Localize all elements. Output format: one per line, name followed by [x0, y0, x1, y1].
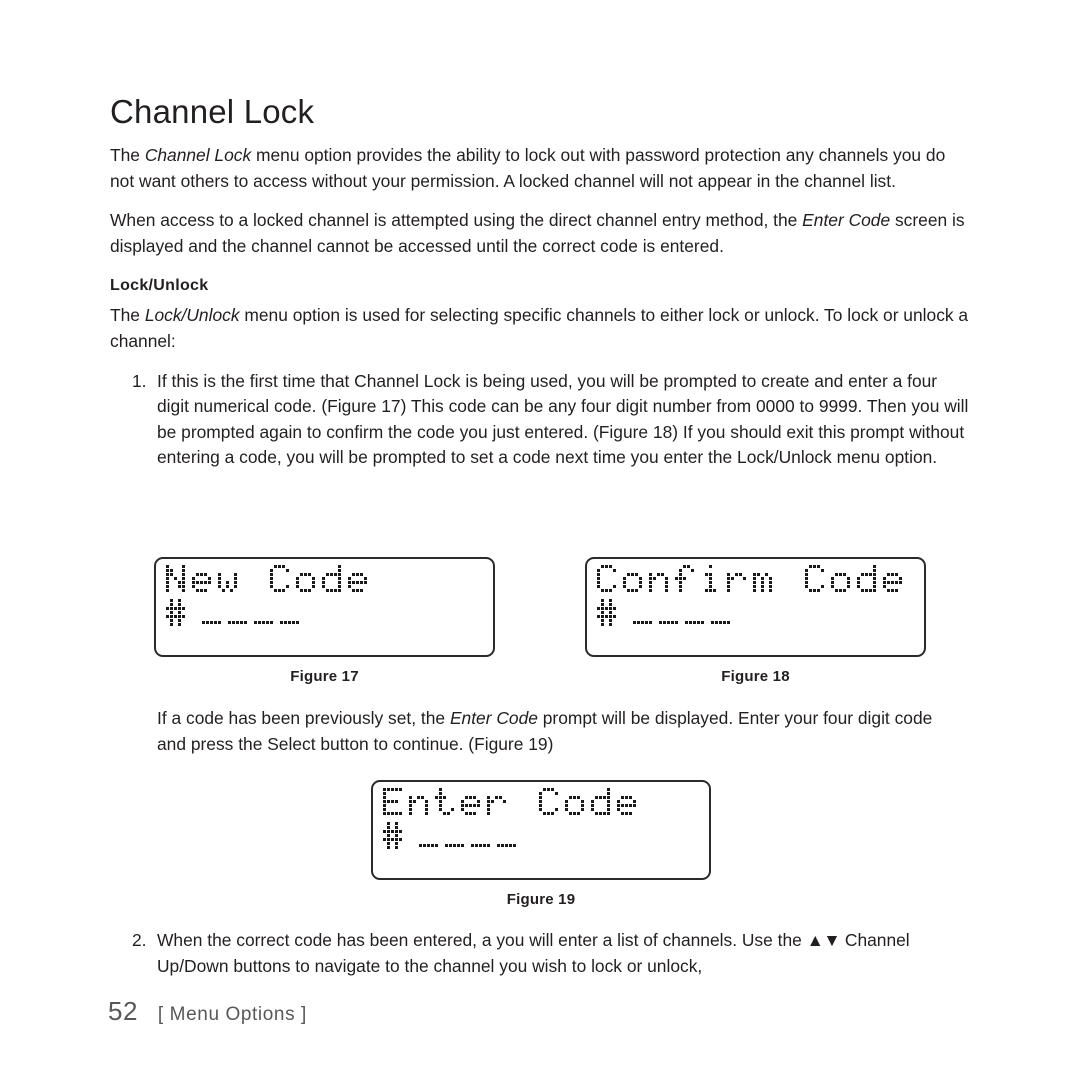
figure-19-lcd-screen	[371, 780, 711, 880]
mid-para-before: If a code has been previously set, the	[157, 708, 450, 728]
step-1-text: If this is the first time that Channel L…	[157, 370, 969, 468]
intro-p2-italic: Enter Code	[802, 210, 891, 231]
figure-18-lcd-screen	[585, 557, 926, 657]
figure-18-caption: Figure 18	[721, 668, 790, 685]
step-1-number: 1.	[132, 370, 147, 391]
lock-unlock-after: menu option is used for selecting specif…	[110, 305, 969, 351]
list-item-step-2: 2. When the correct code has been entere…	[132, 928, 972, 979]
figure-17-caption: Figure 17	[290, 668, 359, 685]
figure-17-lcd-screen	[154, 557, 495, 657]
figure-17-prompt-symbol	[166, 599, 192, 627]
enter-code-paragraph: If a code has been previously set, the E…	[157, 706, 957, 757]
lock-unlock-paragraph: The Lock/Unlock menu option is used for …	[110, 303, 972, 354]
figure-18-screen-title	[597, 565, 909, 593]
figure-19-code-entry-placeholder	[419, 844, 523, 847]
page-title: Channel Lock	[110, 93, 315, 131]
list-item-step-1: 1. If this is the first time that Channe…	[110, 369, 972, 471]
intro-paragraph-2: When access to a locked channel is attem…	[110, 208, 972, 259]
intro-p2-before: When access to a locked channel is attem…	[110, 210, 803, 231]
figure-18-prompt-symbol	[597, 599, 623, 627]
step-2-before: When the correct code has been entered, …	[157, 930, 807, 950]
channel-up-down-arrows-icon: ▲▼	[806, 930, 841, 950]
step-2-number: 2.	[132, 930, 147, 950]
intro-p1-italic: Channel Lock	[144, 145, 252, 165]
figure-19-prompt-symbol	[383, 822, 409, 850]
figure-19-caption: Figure 19	[506, 891, 576, 908]
footer-page-number: 52	[108, 996, 138, 1026]
manual-page: Channel Lock The Channel Lock menu optio…	[0, 0, 1080, 1080]
figure-17-screen-title	[166, 565, 374, 593]
figure-19-screen-title	[383, 788, 643, 816]
page-footer: 52 [ Menu Options ]	[108, 996, 307, 1027]
lock-unlock-italic: Lock/Unlock	[144, 305, 240, 326]
footer-section-label: [ Menu Options ]	[157, 1004, 307, 1025]
mid-para-italic: Enter Code	[449, 708, 538, 728]
figure-17-code-entry-placeholder	[202, 621, 306, 624]
step-2-text: When the correct code has been entered, …	[132, 928, 972, 979]
intro-p1-before: The	[110, 145, 145, 165]
body-column: The Channel Lock menu option provides th…	[110, 143, 972, 471]
lock-unlock-before: The	[110, 305, 145, 326]
lock-unlock-heading: Lock/Unlock	[110, 277, 209, 295]
intro-paragraph-1: The Channel Lock menu option provides th…	[110, 143, 972, 194]
steps-list: 1. If this is the first time that Channe…	[110, 369, 972, 471]
figure-18-code-entry-placeholder	[633, 621, 737, 624]
